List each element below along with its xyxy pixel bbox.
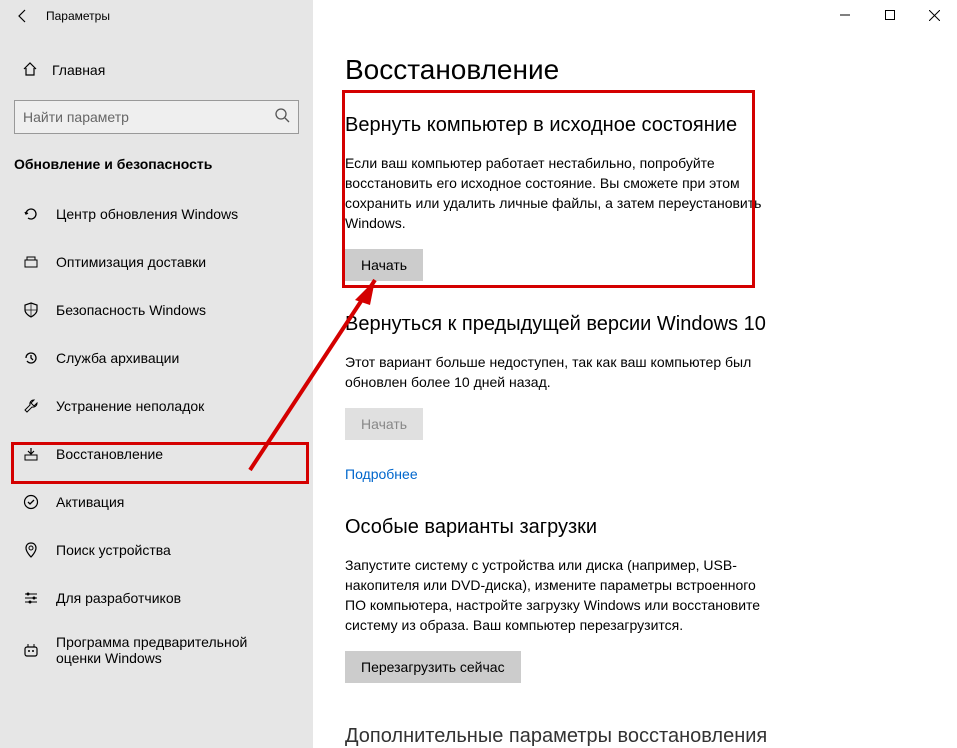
- minimize-button[interactable]: [822, 0, 867, 30]
- delivery-icon: [22, 253, 40, 271]
- search-icon: [274, 107, 290, 128]
- sidebar-item-recovery[interactable]: Восстановление: [0, 430, 313, 478]
- section-text: Если ваш компьютер работает нестабильно,…: [345, 153, 775, 233]
- sidebar-item-label: Оптимизация доставки: [56, 254, 206, 270]
- sidebar-item-delivery[interactable]: Оптимизация доставки: [0, 238, 313, 286]
- sidebar-item-developer[interactable]: Для разработчиков: [0, 574, 313, 622]
- page-title: Восстановление: [345, 54, 949, 86]
- sidebar-item-label: Восстановление: [56, 446, 163, 462]
- sidebar-item-findmydevice[interactable]: Поиск устройства: [0, 526, 313, 574]
- section-heading: Особые варианты загрузки: [345, 516, 775, 539]
- section-advanced-startup: Особые варианты загрузки Запустите систе…: [345, 516, 775, 683]
- update-icon: [22, 205, 40, 223]
- sliders-icon: [22, 589, 40, 607]
- sidebar-item-label: Поиск устройства: [56, 542, 171, 558]
- nav-list: Центр обновления Windows Оптимизация дос…: [0, 190, 313, 678]
- sidebar: Главная Найти параметр Обновление и безо…: [0, 0, 313, 748]
- main-content: Восстановление Вернуть компьютер в исход…: [313, 0, 957, 748]
- section-heading: Вернуть компьютер в исходное состояние: [345, 114, 775, 137]
- sidebar-item-troubleshoot[interactable]: Устранение неполадок: [0, 382, 313, 430]
- home-link[interactable]: Главная: [0, 50, 313, 90]
- maximize-button[interactable]: [867, 0, 912, 30]
- sidebar-item-insider[interactable]: Программа предварительной оценки Windows: [0, 622, 313, 678]
- section-text: Этот вариант больше недоступен, так как …: [345, 352, 775, 392]
- section-text: Запустите систему с устройства или диска…: [345, 555, 775, 635]
- recovery-icon: [22, 445, 40, 463]
- sidebar-item-label: Безопасность Windows: [56, 302, 206, 318]
- learn-more-link[interactable]: Подробнее: [345, 466, 418, 482]
- sidebar-item-label: Программа предварительной оценки Windows: [56, 634, 286, 666]
- location-icon: [22, 541, 40, 559]
- sidebar-item-backup[interactable]: Служба архивации: [0, 334, 313, 382]
- wrench-icon: [22, 397, 40, 415]
- reset-start-button[interactable]: Начать: [345, 249, 423, 281]
- sidebar-item-label: Для разработчиков: [56, 590, 181, 606]
- search-placeholder: Найти параметр: [23, 109, 129, 125]
- close-button[interactable]: [912, 0, 957, 30]
- section-reset: Вернуть компьютер в исходное состояние Е…: [345, 114, 775, 281]
- home-icon: [22, 61, 38, 80]
- window-title: Параметры: [46, 9, 110, 23]
- home-label: Главная: [52, 62, 105, 78]
- sidebar-item-label: Устранение неполадок: [56, 398, 204, 414]
- sidebar-item-label: Центр обновления Windows: [56, 206, 238, 222]
- restart-now-button[interactable]: Перезагрузить сейчас: [345, 651, 521, 683]
- back-button[interactable]: [0, 0, 46, 32]
- sidebar-item-security[interactable]: Безопасность Windows: [0, 286, 313, 334]
- shield-icon: [22, 301, 40, 319]
- truncated-heading: Дополнительные параметры восстановления: [345, 725, 767, 748]
- goback-start-button: Начать: [345, 408, 423, 440]
- backup-icon: [22, 349, 40, 367]
- search-input[interactable]: Найти параметр: [14, 100, 299, 134]
- insider-icon: [22, 641, 40, 659]
- sidebar-item-activation[interactable]: Активация: [0, 478, 313, 526]
- sidebar-item-label: Активация: [56, 494, 124, 510]
- section-heading: Вернуться к предыдущей версии Windows 10: [345, 313, 775, 336]
- category-header: Обновление и безопасность: [0, 134, 313, 184]
- sidebar-item-windows-update[interactable]: Центр обновления Windows: [0, 190, 313, 238]
- checkmark-icon: [22, 493, 40, 511]
- section-goback: Вернуться к предыдущей версии Windows 10…: [345, 313, 775, 484]
- sidebar-item-label: Служба архивации: [56, 350, 179, 366]
